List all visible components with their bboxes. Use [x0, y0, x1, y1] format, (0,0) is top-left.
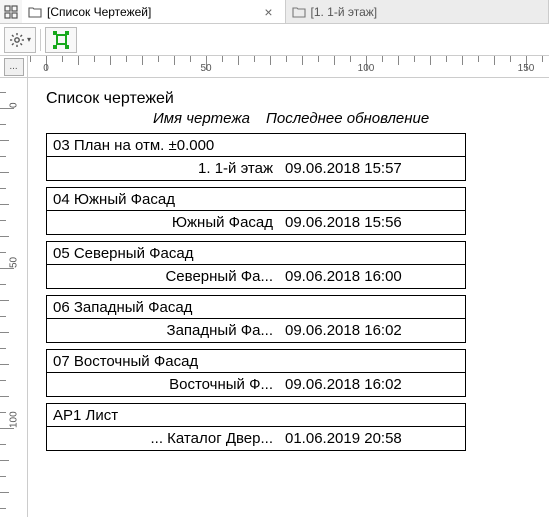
work-area: ... 0 50 100 150 0 50 100 Список чертежей Имя… [0, 56, 549, 517]
group-header[interactable]: 03 План на отм. ±0.000 [46, 133, 466, 157]
column-header-date: Последнее обновление [266, 110, 466, 127]
drawing-date: 09.06.2018 16:00 [285, 268, 465, 285]
drawing-row[interactable]: Южный Фасад09.06.2018 15:56 [46, 211, 466, 235]
ruler-label: 150 [518, 63, 535, 74]
drawing-group: 05 Северный ФасадСеверный Фа...09.06.201… [46, 241, 466, 289]
drawing-date: 09.06.2018 15:57 [285, 160, 465, 177]
drawing-name: ... Каталог Двер... [47, 430, 285, 447]
group-header[interactable]: АР1 Лист [46, 403, 466, 427]
drawing-name: Южный Фасад [47, 214, 285, 231]
drawing-list-document: Список чертежей Имя чертежа Последнее об… [46, 90, 466, 457]
drawing-row[interactable]: Западный Фа...09.06.2018 16:02 [46, 319, 466, 343]
ruler-corner: ... [0, 56, 28, 78]
tab-drawing-list[interactable]: [Список Чертежей] × [22, 0, 286, 23]
tab-bar: [Список Чертежей] × [1. 1-й этаж] [0, 0, 549, 24]
drawing-name: Северный Фа... [47, 268, 285, 285]
group-header[interactable]: 07 Восточный Фасад [46, 349, 466, 373]
drawing-row[interactable]: Северный Фа...09.06.2018 16:00 [46, 265, 466, 289]
drawing-group: 04 Южный ФасадЮжный Фасад09.06.2018 15:5… [46, 187, 466, 235]
close-tab-icon[interactable]: × [262, 4, 274, 20]
tab-floor-plan[interactable]: [1. 1-й этаж] [286, 0, 549, 23]
column-headers: Имя чертежа Последнее обновление [46, 110, 466, 127]
drawing-name: Западный Фа... [47, 322, 285, 339]
settings-button[interactable]: ▾ [4, 27, 36, 53]
horizontal-ruler[interactable]: 0 50 100 150 [28, 56, 549, 78]
toolbar: ▾ [0, 24, 549, 56]
drawing-date: 09.06.2018 16:02 [285, 322, 465, 339]
column-header-name: Имя чертежа [46, 110, 266, 127]
ruler-label: 100 [358, 63, 375, 74]
drawing-group: 07 Восточный ФасадВосточный Ф...09.06.20… [46, 349, 466, 397]
ruler-origin-button[interactable]: ... [4, 58, 24, 76]
tab-label: [Список Чертежей] [47, 5, 151, 19]
drawing-group: 06 Западный ФасадЗападный Фа...09.06.201… [46, 295, 466, 343]
group-header[interactable]: 05 Северный Фасад [46, 241, 466, 265]
drawing-name: 1. 1-й этаж [47, 160, 285, 177]
vertical-ruler[interactable]: 0 50 100 [0, 78, 28, 517]
ruler-label: 0 [43, 63, 49, 74]
ruler-label: 50 [200, 63, 211, 74]
zoom-extents-button[interactable] [45, 27, 77, 53]
drawing-group: АР1 Лист... Каталог Двер...01.06.2019 20… [46, 403, 466, 451]
chevron-down-icon: ▾ [27, 35, 31, 44]
drawing-date: 09.06.2018 16:02 [285, 376, 465, 393]
layout-grid-icon[interactable] [0, 0, 22, 23]
group-header[interactable]: 06 Западный Фасад [46, 295, 466, 319]
document-title: Список чертежей [46, 90, 466, 108]
folder-icon [28, 5, 42, 19]
canvas[interactable]: Список чертежей Имя чертежа Последнее об… [28, 78, 549, 517]
drawing-row[interactable]: ... Каталог Двер...01.06.2019 20:58 [46, 427, 466, 451]
ruler-label: 100 [9, 411, 20, 428]
drawing-row[interactable]: Восточный Ф...09.06.2018 16:02 [46, 373, 466, 397]
drawing-row[interactable]: 1. 1-й этаж09.06.2018 15:57 [46, 157, 466, 181]
ruler-label: 50 [9, 257, 20, 268]
drawing-group: 03 План на отм. ±0.0001. 1-й этаж09.06.2… [46, 133, 466, 181]
drawing-date: 01.06.2019 20:58 [285, 430, 465, 447]
ruler-label: 0 [9, 102, 20, 108]
folder-icon [292, 5, 306, 19]
drawing-date: 09.06.2018 15:56 [285, 214, 465, 231]
toolbar-separator [40, 29, 41, 51]
tab-label: [1. 1-й этаж] [311, 5, 378, 19]
group-header[interactable]: 04 Южный Фасад [46, 187, 466, 211]
drawing-name: Восточный Ф... [47, 376, 285, 393]
